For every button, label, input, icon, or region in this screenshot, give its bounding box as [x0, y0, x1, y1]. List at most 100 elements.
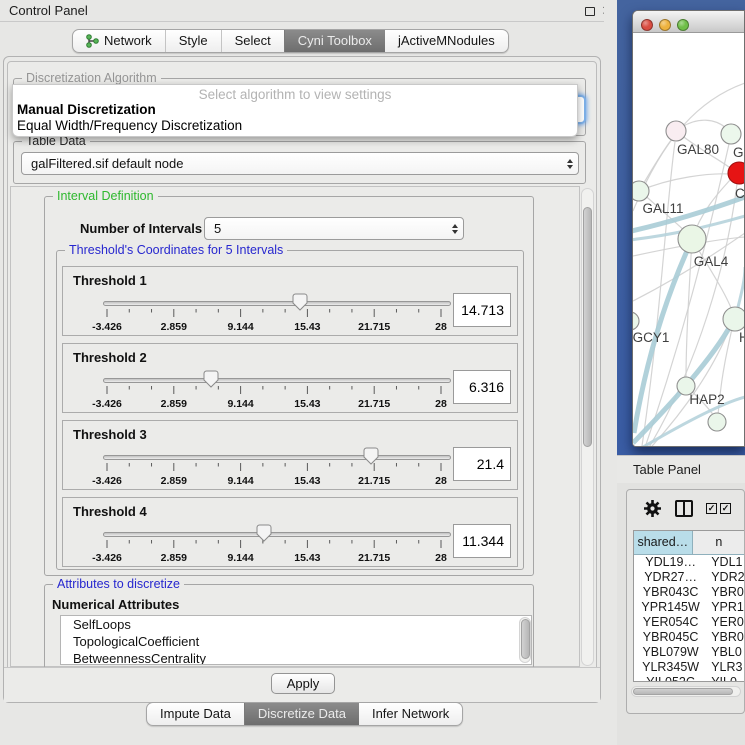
cell-name: YBL0 — [707, 645, 745, 660]
network-node[interactable] — [633, 181, 649, 201]
float-window-icon[interactable] — [585, 7, 595, 16]
slider-thumb[interactable] — [292, 293, 308, 311]
cell-name: YER0 — [707, 615, 745, 630]
minimize-traffic-light[interactable] — [659, 19, 671, 31]
attribute-list-item[interactable]: TopologicalCoefficient — [61, 633, 531, 650]
num-intervals-value: 5 — [205, 221, 447, 236]
threshold-slider[interactable]: -3.4262.8599.14415.4321.71528 — [85, 449, 455, 493]
table-row[interactable]: YER054CYER0 — [634, 615, 745, 630]
network-node[interactable] — [723, 307, 745, 331]
table-toolbar: ✓ ✓ — [627, 490, 744, 526]
table-row[interactable]: YIL052CYIL0 — [634, 675, 745, 682]
threshold-panel: Threshold 2-3.4262.8599.14415.4321.71528… — [62, 343, 518, 413]
network-window-titlebar[interactable] — [633, 11, 744, 33]
network-view-window: GAL80G.CGAL11GAL4GCY1HHAP2 — [632, 10, 745, 447]
slider-thumb[interactable] — [363, 447, 379, 465]
threshold-value-field[interactable]: 21.4 — [453, 447, 511, 481]
tab-network[interactable]: Network — [73, 30, 165, 52]
tab-discretize-data[interactable]: Discretize Data — [244, 703, 359, 725]
node-label: GCY1 — [633, 330, 669, 345]
attribute-list-item[interactable]: BetweennessCentrality — [61, 650, 531, 665]
tab-label: Discretize Data — [258, 703, 346, 725]
network-node[interactable] — [708, 413, 726, 431]
apply-button[interactable]: Apply — [271, 673, 335, 694]
num-intervals-label: Number of Intervals — [80, 221, 202, 236]
table-row[interactable]: YBR043CYBR0 — [634, 585, 745, 600]
network-node[interactable] — [633, 312, 639, 330]
checkbox-icon[interactable]: ✓ — [720, 503, 731, 514]
node-label: C — [735, 186, 745, 201]
table-row[interactable]: YLR345WYLR3 — [634, 660, 745, 675]
tab-infer-network[interactable]: Infer Network — [359, 703, 462, 725]
num-intervals-combo[interactable]: 5 — [204, 217, 464, 240]
threshold-value-field[interactable]: 14.713 — [453, 293, 511, 327]
network-node[interactable] — [666, 121, 686, 141]
cell-shared-name: YLR345W — [634, 660, 707, 675]
network-node[interactable] — [678, 225, 706, 253]
threshold-value-field[interactable]: 6.316 — [453, 370, 511, 404]
tab-impute-data[interactable]: Impute Data — [147, 703, 244, 725]
table-data-combo-value: galFiltered.sif default node — [22, 156, 562, 171]
network-node[interactable] — [721, 124, 741, 144]
node-table[interactable]: shared… n YDL19…YDL1YDR27…YDR2YBR043CYBR… — [633, 530, 745, 682]
table-panel-titlebar: Table Panel — [617, 455, 745, 483]
vertical-scrollbar-thumb[interactable] — [583, 207, 592, 447]
table-rows: YDL19…YDL1YDR27…YDR2YBR043CYBR0YPR145WYP… — [634, 555, 745, 682]
slider-track[interactable] — [103, 455, 451, 460]
vertical-scrollbar[interactable] — [581, 188, 594, 666]
table-row[interactable]: YBR045CYBR0 — [634, 630, 745, 645]
threshold-value-field[interactable]: 11.344 — [453, 524, 511, 558]
attributes-list-scrollbar[interactable] — [519, 617, 531, 663]
slider-thumb[interactable] — [256, 524, 272, 542]
table-row[interactable]: YDL19…YDL1 — [634, 555, 745, 570]
axis-tick-label: 21.715 — [344, 475, 404, 487]
algorithm-item-manual[interactable]: Manual Discretization — [17, 102, 156, 117]
algorithm-item-equal-width[interactable]: Equal Width/Frequency Discretization — [17, 118, 242, 133]
axis-tick-label: -3.426 — [77, 321, 137, 333]
axis-tick-label: -3.426 — [77, 552, 137, 564]
screen: Control Panel ✕ NetworkStyleSelectCyni T… — [0, 0, 745, 745]
table-data-combo[interactable]: galFiltered.sif default node — [21, 152, 579, 175]
tab-label: Impute Data — [160, 703, 231, 725]
slider-thumb[interactable] — [203, 370, 219, 388]
horizontal-scrollbar[interactable] — [631, 686, 741, 697]
threshold-slider[interactable]: -3.4262.8599.14415.4321.71528 — [85, 526, 455, 570]
slider-track[interactable] — [103, 532, 451, 537]
column-header-name[interactable]: n — [693, 531, 745, 554]
network-canvas[interactable]: GAL80G.CGAL11GAL4GCY1HHAP2 — [633, 34, 745, 447]
threshold-label: Threshold 3 — [73, 427, 147, 442]
tab-label: Infer Network — [372, 703, 449, 725]
table-row[interactable]: YPR145WYPR1 — [634, 600, 745, 615]
bottom-tab-bar: Impute Data Discretize Data Infer Network — [146, 702, 463, 726]
slider-track[interactable] — [103, 378, 451, 383]
tab-select[interactable]: Select — [221, 30, 284, 52]
node-label: GAL4 — [694, 254, 729, 269]
combo-stepper-icon — [447, 224, 463, 234]
threshold-slider[interactable]: -3.4262.8599.14415.4321.71528 — [85, 372, 455, 416]
attributes-scrollbar-thumb[interactable] — [521, 619, 530, 659]
column-header-shared-name[interactable]: shared… — [634, 531, 693, 554]
close-traffic-light[interactable] — [641, 19, 653, 31]
attributes-list[interactable]: SelfLoopsTopologicalCoefficientBetweenne… — [60, 615, 532, 665]
table-row[interactable]: YBL079WYBL0 — [634, 645, 745, 660]
tab-jactivemnodules[interactable]: jActiveMNodules — [385, 30, 508, 52]
network-node[interactable] — [728, 162, 745, 184]
slider-track[interactable] — [103, 301, 451, 306]
algorithm-placeholder-item[interactable]: Select algorithm to view settings — [13, 87, 577, 102]
table-row[interactable]: YDR27…YDR2 — [634, 570, 745, 585]
attribute-list-item[interactable]: SelfLoops — [61, 616, 531, 633]
node-label: HAP2 — [689, 392, 724, 407]
checkbox-icon[interactable]: ✓ — [706, 503, 717, 514]
axis-tick-label: -3.426 — [77, 475, 137, 487]
tab-style[interactable]: Style — [165, 30, 221, 52]
columns-icon[interactable] — [675, 500, 693, 517]
tab-cyni-toolbox[interactable]: Cyni Toolbox — [284, 30, 385, 52]
node-label: G. — [733, 145, 745, 160]
gear-icon[interactable] — [643, 499, 662, 518]
table-header-row: shared… n — [634, 531, 745, 555]
zoom-traffic-light[interactable] — [677, 19, 689, 31]
cell-shared-name: YBL079W — [634, 645, 707, 660]
threshold-slider[interactable]: -3.4262.8599.14415.4321.71528 — [85, 295, 455, 339]
horizontal-scrollbar-thumb[interactable] — [633, 688, 733, 695]
cell-name: YLR3 — [707, 660, 745, 675]
